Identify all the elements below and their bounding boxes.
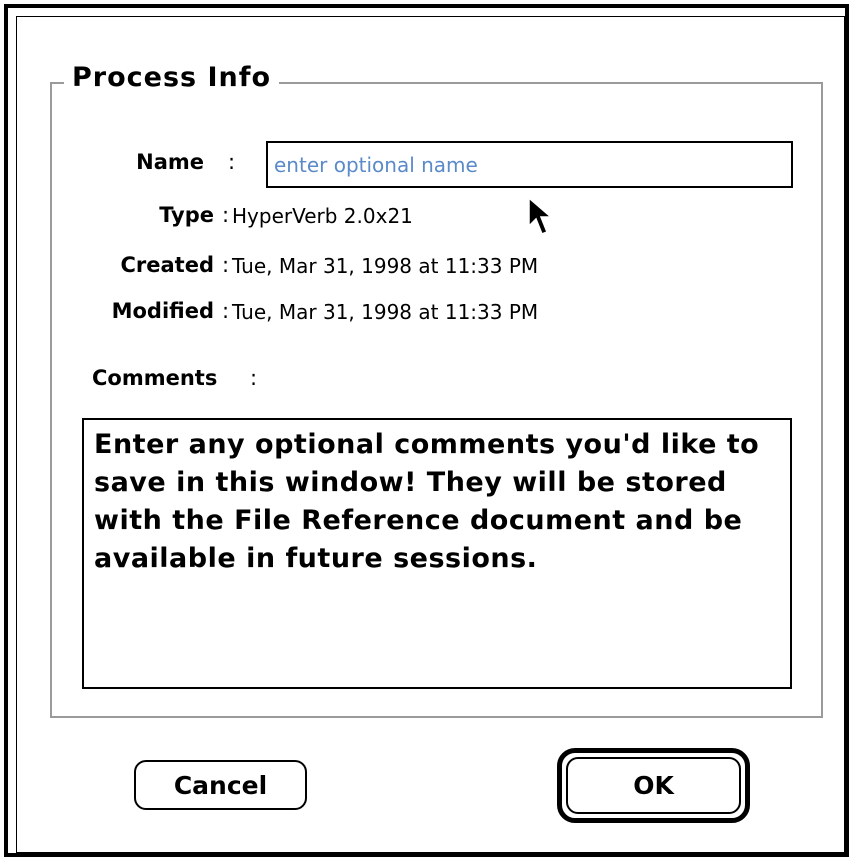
type-label: Type [159,203,214,227]
modified-value: Tue, Mar 31, 1998 at 11:33 PM [232,300,539,324]
name-label: Name [136,150,204,174]
group-title: Process Info [64,62,280,93]
comments-label: Comments [92,366,218,390]
created-label: Created [120,253,215,277]
created-separator: : [222,253,230,277]
comments-textarea[interactable] [82,418,792,689]
created-value: Tue, Mar 31, 1998 at 11:33 PM [232,254,539,278]
arrow-cursor-icon [528,196,553,235]
name-input[interactable] [266,141,793,188]
comments-separator: : [250,366,258,390]
modified-separator: : [222,299,230,323]
name-separator: : [228,150,236,174]
type-value: HyperVerb 2.0x21 [232,204,413,228]
type-separator: : [222,203,230,227]
cancel-button[interactable]: Cancel [134,760,307,810]
modified-label: Modified [111,299,214,323]
ok-button[interactable]: OK [566,757,741,814]
